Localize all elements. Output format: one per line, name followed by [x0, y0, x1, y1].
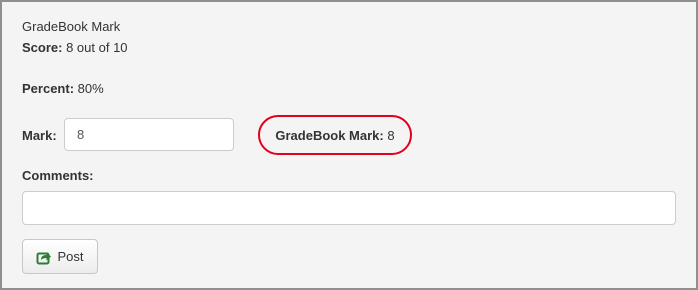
mark-label: Mark: [22, 128, 57, 143]
post-button[interactable]: Post [22, 239, 98, 274]
percent-row: Percent: 80% [22, 81, 104, 96]
gradebook-mark-value: 8 [387, 127, 395, 143]
panel-title: GradeBook Mark [22, 19, 121, 34]
score-row: Score: 8 out of 10 [22, 40, 128, 55]
gradebook-mark-highlight: GradeBook Mark: 8 [258, 115, 412, 155]
comments-input[interactable] [22, 191, 676, 225]
percent-value: 80% [77, 81, 104, 96]
post-button-label: Post [57, 249, 84, 264]
share-icon [36, 249, 52, 265]
mark-input[interactable] [64, 118, 234, 151]
score-value: 8 out of 10 [66, 40, 128, 55]
comments-label: Comments: [22, 168, 94, 183]
percent-label: Percent: [22, 81, 75, 96]
gradebook-panel: GradeBook Mark Score: 8 out of 10 Percen… [0, 0, 698, 290]
score-label: Score: [22, 40, 63, 55]
gradebook-mark-label: GradeBook Mark: [275, 127, 384, 143]
